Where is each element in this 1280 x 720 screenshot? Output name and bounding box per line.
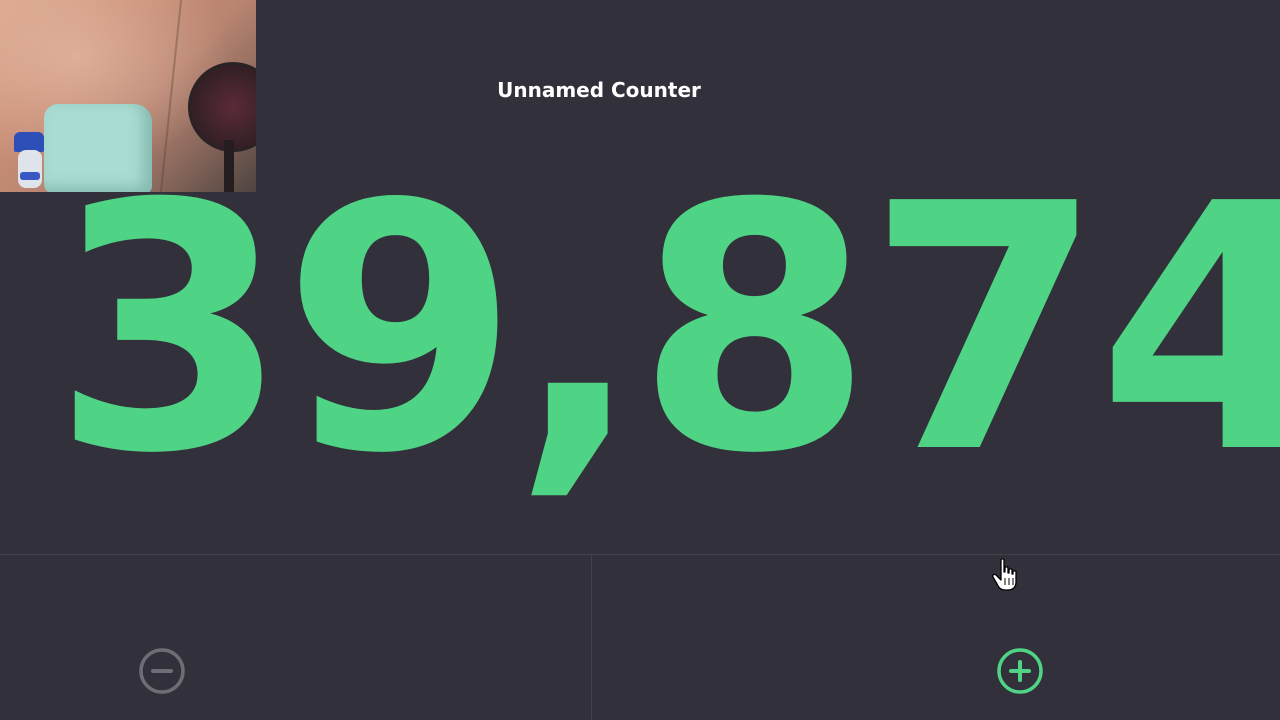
figurine-hat bbox=[14, 132, 44, 152]
counter-title[interactable]: Unnamed Counter bbox=[0, 78, 1198, 102]
decrement-button[interactable] bbox=[0, 555, 592, 720]
webcam-figurine bbox=[12, 132, 46, 188]
increment-button[interactable] bbox=[592, 555, 1280, 720]
counter-app: Unnamed Counter 39,874 bbox=[0, 0, 1280, 720]
counter-controls bbox=[0, 554, 1280, 720]
counter-value: 39,874 bbox=[52, 132, 1280, 528]
figurine-belt bbox=[20, 172, 40, 180]
minus-circle-icon bbox=[139, 648, 185, 694]
plus-circle-icon bbox=[997, 648, 1043, 694]
figurine-body bbox=[18, 150, 42, 188]
